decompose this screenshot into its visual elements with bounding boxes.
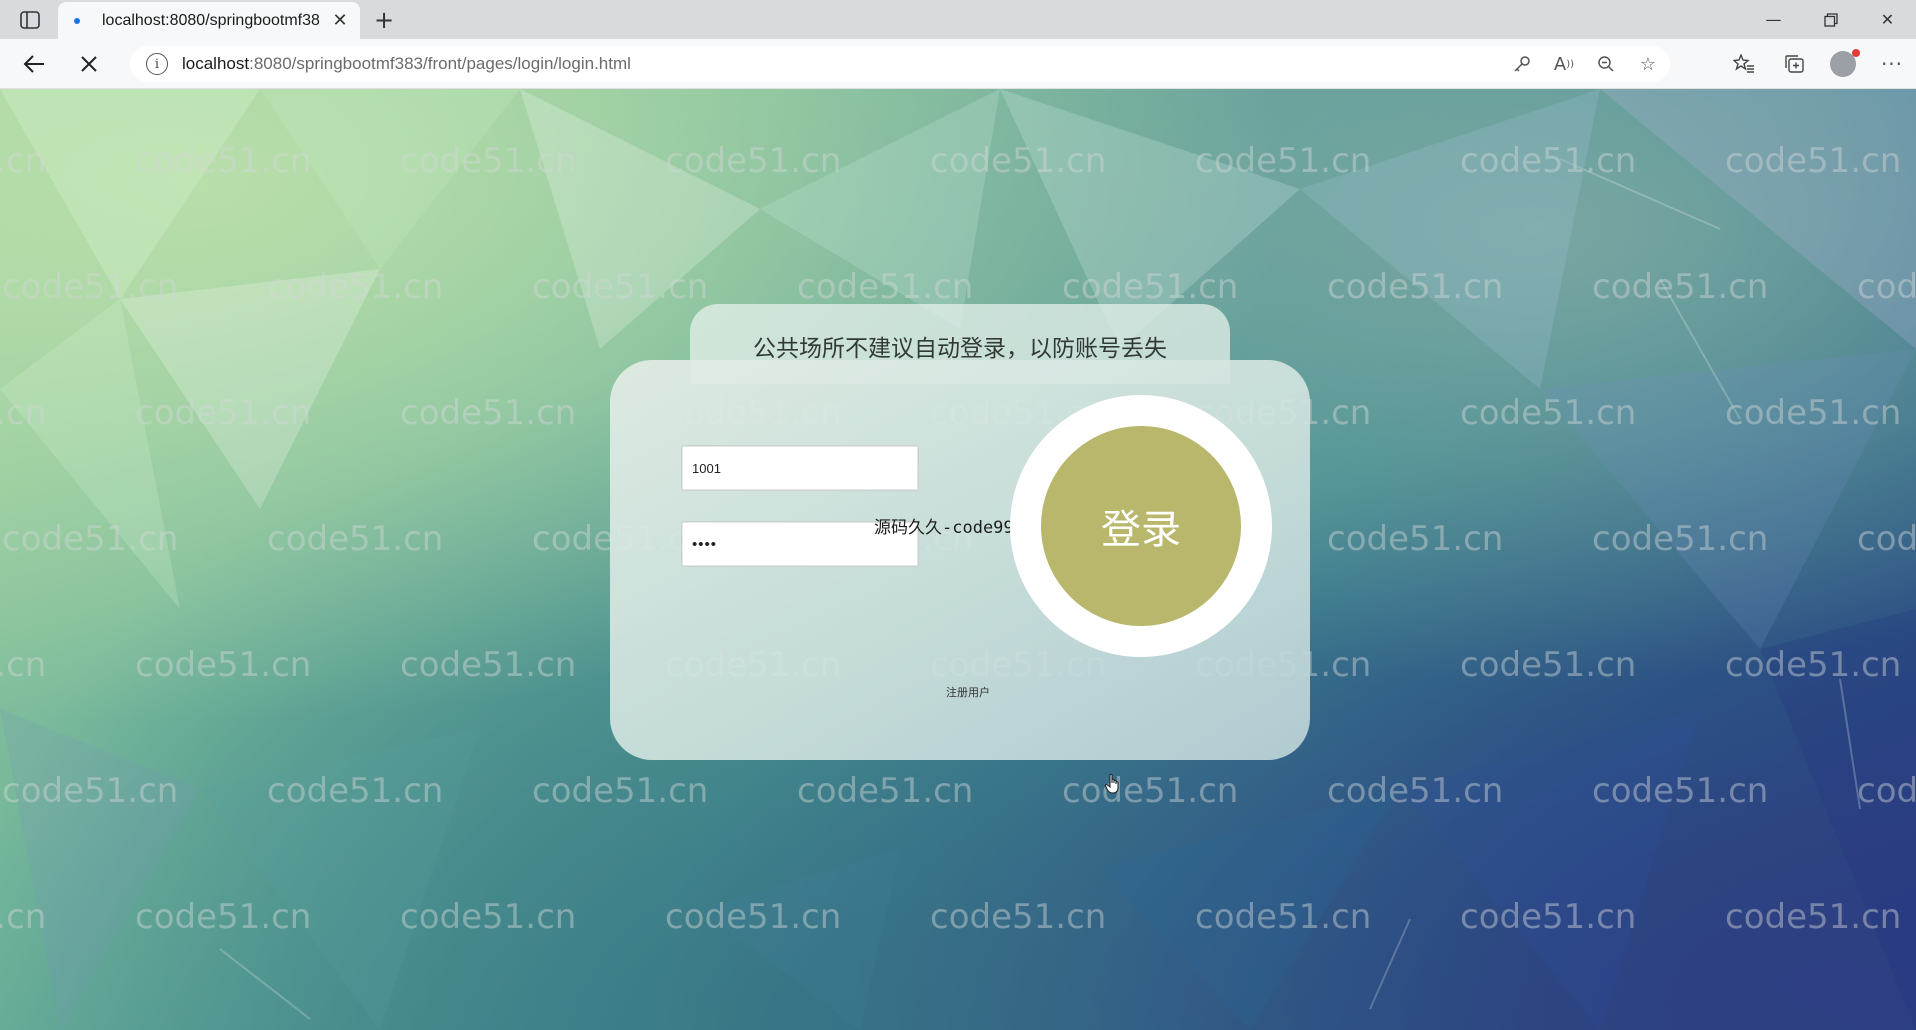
close-icon[interactable]: ✕ [330, 10, 350, 31]
window-close-icon[interactable]: ✕ [1859, 0, 1916, 39]
login-button-ring: 登录 [1010, 395, 1272, 657]
username-input[interactable]: 1001 [681, 445, 919, 491]
zoom-out-icon[interactable] [1592, 50, 1620, 78]
notification-dot [1852, 49, 1860, 57]
stop-loading-icon[interactable] [75, 50, 103, 78]
browser-toolbar: i localhost:8080/springbootmf383/front/p… [0, 39, 1916, 89]
favorites-list-icon[interactable] [1730, 50, 1758, 78]
tab-title: localhost:8080/springbootmf383 [102, 11, 320, 29]
login-button[interactable]: 登录 [1041, 426, 1241, 626]
address-bar-actions: A)) ☆ [1508, 50, 1662, 78]
login-card: 1001 •••• 源码久久-code99.top 登录 注册用户 [610, 360, 1310, 760]
key-icon[interactable] [1508, 50, 1536, 78]
collections-icon[interactable] [1780, 50, 1808, 78]
register-link[interactable]: 注册用户 [946, 684, 990, 700]
window-controls: — ✕ [1745, 0, 1916, 39]
url-host: localhost [182, 54, 250, 73]
browser-right-tools: ··· [1730, 49, 1906, 78]
avatar[interactable] [1830, 49, 1860, 77]
browser-tab-bar: localhost:8080/springbootmf383 ✕ + — ✕ [0, 0, 1916, 39]
new-tab-icon[interactable]: + [370, 6, 398, 34]
more-icon[interactable]: ··· [1878, 50, 1906, 78]
arrow-left-icon[interactable] [20, 50, 48, 78]
star-add-icon[interactable]: ☆ [1634, 50, 1662, 78]
notice-text: 公共场所不建议自动登录，以防账号丢失 [753, 336, 1167, 362]
sidebar-icon[interactable] [14, 7, 46, 33]
read-aloud-icon[interactable]: A)) [1550, 50, 1578, 78]
tab-favicon-icon [74, 17, 80, 24]
url-path: :8080/springbootmf383/front/pages/login/… [249, 54, 631, 73]
restore-icon[interactable] [1802, 0, 1859, 39]
info-icon[interactable]: i [146, 53, 168, 75]
address-bar[interactable]: i localhost:8080/springbootmf383/front/p… [130, 46, 1670, 82]
browser-tab-active[interactable]: localhost:8080/springbootmf383 ✕ [58, 2, 360, 39]
hand-cursor-icon [1104, 773, 1119, 794]
minimize-icon[interactable]: — [1745, 0, 1802, 39]
page-viewport: code51.cncode51.cncode51.cncode51.cncode… [0, 89, 1916, 1030]
